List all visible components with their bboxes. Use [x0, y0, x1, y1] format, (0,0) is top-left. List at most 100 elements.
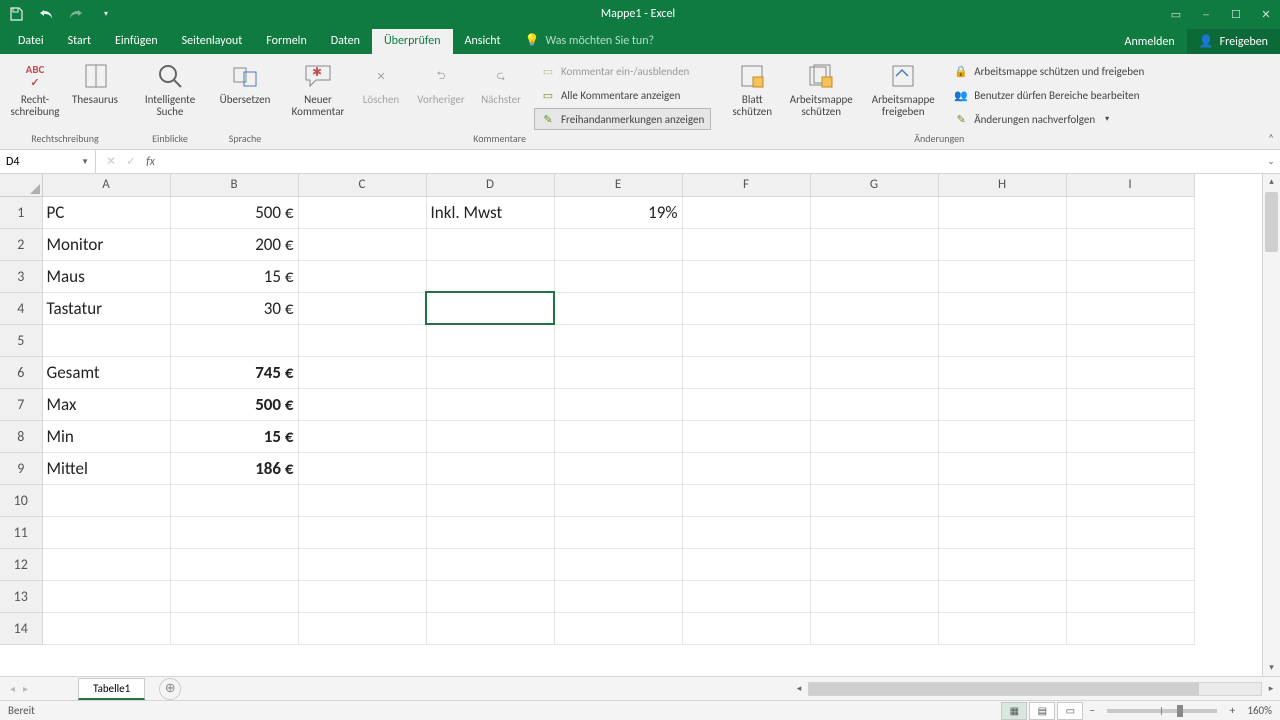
cell-E11[interactable] — [554, 516, 682, 548]
cell-I9[interactable] — [1066, 452, 1194, 484]
row-header-2[interactable]: 2 — [0, 228, 42, 260]
formula-input[interactable] — [171, 150, 1262, 173]
row-header-3[interactable]: 3 — [0, 260, 42, 292]
cell-F11[interactable] — [682, 516, 810, 548]
share-button[interactable]: 👤Freigeben — [1187, 29, 1280, 54]
cell-I14[interactable] — [1066, 612, 1194, 644]
cell-E2[interactable] — [554, 228, 682, 260]
cell-C3[interactable] — [298, 260, 426, 292]
cell-F4[interactable] — [682, 292, 810, 324]
row-header-14[interactable]: 14 — [0, 612, 42, 644]
cell-A6[interactable]: Gesamt — [42, 356, 170, 388]
cell-F6[interactable] — [682, 356, 810, 388]
cell-I1[interactable] — [1066, 196, 1194, 228]
zoom-in-button[interactable]: + — [1225, 704, 1239, 717]
cell-H2[interactable] — [938, 228, 1066, 260]
cell-B1[interactable]: 500 € — [170, 196, 298, 228]
cell-C6[interactable] — [298, 356, 426, 388]
cell-H13[interactable] — [938, 580, 1066, 612]
scroll-up-icon[interactable]: ▴ — [1263, 174, 1280, 190]
cell-D9[interactable] — [426, 452, 554, 484]
cell-I8[interactable] — [1066, 420, 1194, 452]
cell-B14[interactable] — [170, 612, 298, 644]
tell-me[interactable]: 💡Was möchten Sie tun? — [513, 28, 667, 54]
cell-B11[interactable] — [170, 516, 298, 548]
cell-A7[interactable]: Max — [42, 388, 170, 420]
new-comment-button[interactable]: ✱ Neuer Kommentar — [288, 58, 348, 118]
cell-E8[interactable] — [554, 420, 682, 452]
row-header-11[interactable]: 11 — [0, 516, 42, 548]
track-changes-button[interactable]: ✎Änderungen nachverfolgen▾ — [947, 108, 1151, 130]
cell-A2[interactable]: Monitor — [42, 228, 170, 260]
cell-G2[interactable] — [810, 228, 938, 260]
row-header-10[interactable]: 10 — [0, 484, 42, 516]
cell-G14[interactable] — [810, 612, 938, 644]
cell-E13[interactable] — [554, 580, 682, 612]
col-header-C[interactable]: C — [298, 174, 426, 196]
cell-C9[interactable] — [298, 452, 426, 484]
cell-G9[interactable] — [810, 452, 938, 484]
page-break-view-button[interactable]: ▭ — [1057, 702, 1083, 720]
cell-A13[interactable] — [42, 580, 170, 612]
vertical-scrollbar[interactable]: ▴ ▾ — [1262, 174, 1280, 676]
cell-H14[interactable] — [938, 612, 1066, 644]
spelling-button[interactable]: ABC✓ Recht- schreibung — [8, 58, 62, 118]
cell-H8[interactable] — [938, 420, 1066, 452]
cell-G13[interactable] — [810, 580, 938, 612]
cell-D5[interactable] — [426, 324, 554, 356]
collapse-ribbon-icon[interactable]: ˄ — [1268, 132, 1274, 145]
cell-H10[interactable] — [938, 484, 1066, 516]
sheet-nav[interactable]: ◂▸ — [0, 682, 38, 695]
save-icon[interactable] — [8, 6, 24, 22]
cell-F8[interactable] — [682, 420, 810, 452]
cell-B12[interactable] — [170, 548, 298, 580]
cell-B5[interactable] — [170, 324, 298, 356]
tab-data[interactable]: Daten — [319, 29, 372, 54]
show-all-comments-button[interactable]: ▭Alle Kommentare anzeigen — [534, 84, 711, 106]
cell-D13[interactable] — [426, 580, 554, 612]
zoom-slider[interactable] — [1107, 709, 1217, 713]
cell-H9[interactable] — [938, 452, 1066, 484]
cell-E9[interactable] — [554, 452, 682, 484]
redo-icon[interactable] — [68, 6, 84, 22]
cell-A4[interactable]: Tastatur — [42, 292, 170, 324]
cell-F14[interactable] — [682, 612, 810, 644]
cell-I7[interactable] — [1066, 388, 1194, 420]
normal-view-button[interactable]: ▦ — [1001, 702, 1027, 720]
cell-A11[interactable] — [42, 516, 170, 548]
tab-insert[interactable]: Einfügen — [103, 29, 170, 54]
cell-D14[interactable] — [426, 612, 554, 644]
cell-B2[interactable]: 200 € — [170, 228, 298, 260]
protect-workbook-button[interactable]: Arbeitsmappe schützen — [783, 58, 859, 118]
cell-H6[interactable] — [938, 356, 1066, 388]
cell-E12[interactable] — [554, 548, 682, 580]
row-header-7[interactable]: 7 — [0, 388, 42, 420]
cell-B13[interactable] — [170, 580, 298, 612]
cell-F9[interactable] — [682, 452, 810, 484]
hscroll-left-icon[interactable]: ◂ — [790, 683, 808, 694]
sheet-next-icon[interactable]: ▸ — [23, 682, 28, 695]
cell-C11[interactable] — [298, 516, 426, 548]
cell-H5[interactable] — [938, 324, 1066, 356]
row-header-12[interactable]: 12 — [0, 548, 42, 580]
cell-D6[interactable] — [426, 356, 554, 388]
cell-A9[interactable]: Mittel — [42, 452, 170, 484]
cell-E7[interactable] — [554, 388, 682, 420]
col-header-A[interactable]: A — [42, 174, 170, 196]
cell-C13[interactable] — [298, 580, 426, 612]
delete-comment-button[interactable]: ✕Löschen — [354, 58, 408, 106]
cell-H11[interactable] — [938, 516, 1066, 548]
cell-F12[interactable] — [682, 548, 810, 580]
cell-F10[interactable] — [682, 484, 810, 516]
cell-C10[interactable] — [298, 484, 426, 516]
hscroll-thumb[interactable] — [809, 683, 1199, 695]
cell-G10[interactable] — [810, 484, 938, 516]
cell-D7[interactable] — [426, 388, 554, 420]
tab-view[interactable]: Ansicht — [453, 29, 513, 54]
cell-B3[interactable]: 15 € — [170, 260, 298, 292]
cell-A3[interactable]: Maus — [42, 260, 170, 292]
accept-formula-icon[interactable]: ✓ — [126, 154, 136, 169]
cell-C5[interactable] — [298, 324, 426, 356]
row-header-13[interactable]: 13 — [0, 580, 42, 612]
translate-button[interactable]: Übersetzen — [218, 58, 272, 106]
